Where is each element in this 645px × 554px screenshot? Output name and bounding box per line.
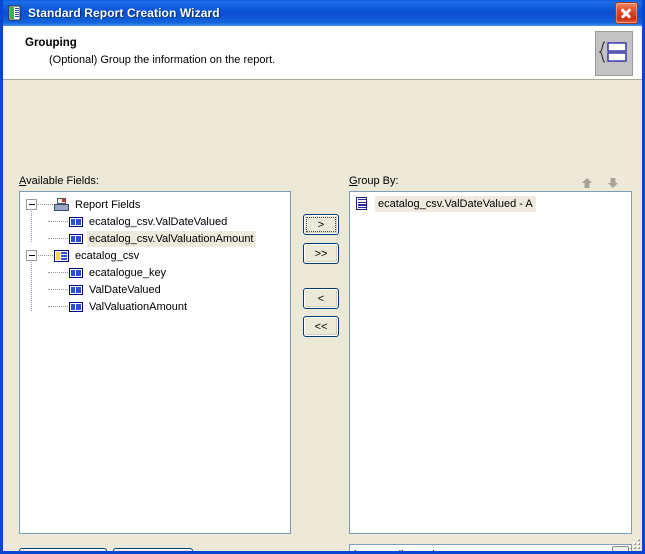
available-fields-label-rest: vailable Fields: [26, 175, 99, 187]
tree-connector [48, 237, 68, 240]
find-field-button[interactable]: Find Field... [113, 548, 193, 551]
tree-connector [38, 254, 53, 257]
tree-item-field-selected[interactable]: ecatalog_csv.ValValuationAmount [20, 230, 290, 247]
available-fields-listbox[interactable]: Report Fields ecatalog_csv.ValDateValued… [19, 191, 291, 534]
arrow-up-icon[interactable] [581, 177, 593, 189]
group-by-label: Group By: [349, 175, 399, 187]
sort-order-value: in ascending order. [350, 549, 612, 552]
group-by-icon [355, 196, 369, 211]
tree-connector [48, 305, 68, 308]
group-by-item-label: ecatalog_csv.ValDateValued - A [375, 195, 536, 212]
move-all-left-button[interactable]: << [303, 316, 339, 337]
move-all-right-button[interactable]: >> [303, 243, 339, 264]
group-by-listbox[interactable]: ecatalog_csv.ValDateValued - A [349, 191, 632, 534]
page-subtitle: (Optional) Group the information on the … [49, 54, 276, 66]
arrow-down-icon[interactable] [607, 177, 619, 189]
tree-item-label: Report Fields [75, 198, 141, 211]
field-icon [69, 216, 83, 227]
group-by-label-rest: roup By: [357, 175, 399, 187]
field-icon [69, 301, 83, 312]
move-right-button[interactable]: > [303, 214, 339, 235]
tree-item-field[interactable]: ValDateValued [20, 281, 290, 298]
tree-connector [48, 271, 68, 274]
tree-item-field[interactable]: ecatalogue_key [20, 264, 290, 281]
group-by-item[interactable]: ecatalog_csv.ValDateValued - A [350, 195, 631, 212]
resize-grip[interactable] [627, 536, 641, 550]
field-icon [69, 267, 83, 278]
field-icon [69, 233, 83, 244]
report-document-icon [7, 5, 23, 21]
collapse-icon[interactable] [26, 199, 37, 210]
tree-item-field[interactable]: ValValuationAmount [20, 298, 290, 315]
sort-order-dropdown[interactable]: in ascending order. [349, 544, 632, 552]
wizard-body: Available Fields: Group By: Report Field… [3, 80, 642, 551]
tree-item-label: ecatalogue_key [89, 266, 167, 279]
collapse-icon[interactable] [26, 250, 37, 261]
tree-connector [38, 203, 53, 206]
move-left-button[interactable]: < [303, 288, 339, 309]
tree-item-report-fields[interactable]: Report Fields [20, 196, 290, 213]
tree-item-field[interactable]: ecatalog_csv.ValDateValued [20, 213, 290, 230]
tree-item-table[interactable]: ecatalog_csv [20, 247, 290, 264]
field-tree: Report Fields ecatalog_csv.ValDateValued… [20, 192, 290, 315]
page-title: Grouping [25, 37, 77, 49]
tree-connector [48, 220, 68, 223]
window-title: Standard Report Creation Wizard [28, 6, 220, 20]
tree-item-label: ecatalog_csv.ValDateValued [89, 215, 228, 228]
browse-data-button[interactable]: Browse Data... [19, 548, 107, 551]
field-icon [69, 284, 83, 295]
grouping-brace-icon [595, 31, 633, 76]
tree-item-label: ecatalog_csv [75, 249, 140, 262]
tree-item-label: ValDateValued [89, 283, 161, 296]
tree-connector [48, 288, 68, 291]
tree-item-label: ValValuationAmount [89, 300, 188, 313]
close-icon[interactable] [615, 2, 638, 24]
tree-item-label: ecatalog_csv.ValValuationAmount [87, 230, 256, 247]
available-fields-label: Available Fields: [19, 175, 99, 187]
wizard-header: Grouping (Optional) Group the informatio… [3, 26, 642, 80]
report-fields-icon [54, 197, 69, 212]
table-icon [54, 249, 69, 262]
title-bar[interactable]: Standard Report Creation Wizard [3, 0, 642, 26]
wizard-window: Standard Report Creation Wizard Grouping… [0, 0, 645, 554]
